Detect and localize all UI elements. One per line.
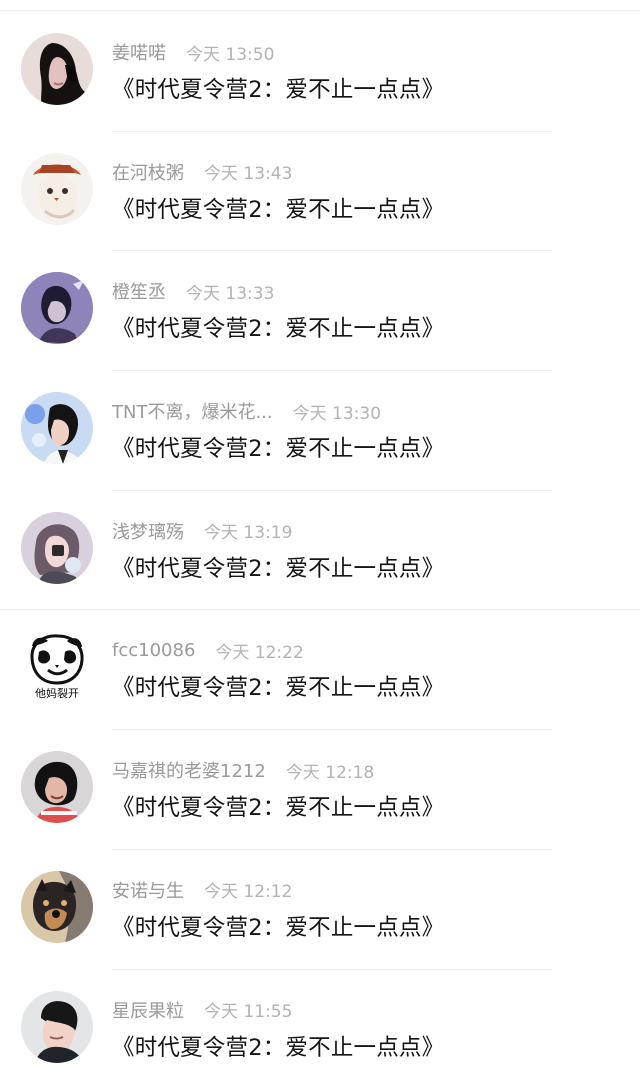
comment-text: 《时代夏令营2：爱不止一点点》 (112, 554, 444, 584)
timestamp: 今天 11:55 (204, 997, 292, 1022)
avatar-cat-hat-icon[interactable] (21, 153, 93, 225)
timestamp: 今天 13:30 (293, 399, 381, 424)
avatar-girl-pink-icon[interactable] (21, 512, 93, 584)
comment-text: 《时代夏令营2：爱不止一点点》 (112, 673, 444, 703)
comment-meta: 星辰果粒 今天 11:55 (112, 997, 292, 1023)
comment-item[interactable]: 浅梦璃殇 今天 13:19 《时代夏令营2：爱不止一点点》 (0, 491, 640, 611)
timestamp: 今天 13:19 (204, 518, 292, 543)
timestamp: 今天 13:43 (204, 159, 292, 184)
avatar-dark-hair-icon[interactable] (21, 33, 93, 105)
timestamp: 今天 12:12 (204, 877, 292, 902)
timestamp: 今天 13:50 (186, 40, 274, 65)
comment-item[interactable]: 星辰果粒 今天 11:55 《时代夏令营2：爱不止一点点》 (0, 970, 640, 1089)
avatar-panda-meme-icon[interactable]: 他妈裂开 (21, 631, 93, 703)
comment-meta: TNT不离，爆米花... 今天 13:30 (112, 398, 381, 424)
comment-meta: 橙笙丞 今天 13:33 (112, 278, 274, 304)
comment-item[interactable]: 橙笙丞 今天 13:33 《时代夏令营2：爱不止一点点》 (0, 251, 640, 371)
comment-text: 《时代夏令营2：爱不止一点点》 (112, 1033, 444, 1063)
comment-meta: fcc10086 今天 12:22 (112, 637, 304, 663)
timestamp: 今天 12:22 (215, 638, 303, 663)
comment-item[interactable]: 他妈裂开 fcc10086 今天 12:22 《时代夏令营2：爱不止一点点》 (0, 610, 640, 730)
username[interactable]: 马嘉祺的老婆1212 (112, 757, 266, 783)
username[interactable]: fcc10086 (112, 640, 195, 661)
comment-text: 《时代夏令营2：爱不止一点点》 (112, 913, 444, 943)
username[interactable]: 星辰果粒 (112, 997, 184, 1023)
comment-text: 《时代夏令营2：爱不止一点点》 (112, 195, 444, 225)
comment-text: 《时代夏令营2：爱不止一点点》 (112, 434, 444, 464)
comment-meta: 安诺与生 今天 12:12 (112, 877, 292, 903)
comment-item[interactable]: 在河枝粥 今天 13:43 《时代夏令营2：爱不止一点点》 (0, 132, 640, 252)
avatar-dog-icon[interactable] (21, 871, 93, 943)
username[interactable]: TNT不离，爆米花... (112, 398, 273, 424)
avatar-boy-portrait-icon[interactable] (21, 991, 93, 1063)
comment-item[interactable]: 姜喏喏 今天 13:50 《时代夏令营2：爱不止一点点》 (0, 12, 640, 132)
avatar-purple-portrait-icon[interactable] (21, 272, 93, 344)
timestamp: 今天 12:18 (286, 758, 374, 783)
comment-meta: 姜喏喏 今天 13:50 (112, 39, 274, 65)
comment-meta: 浅梦璃殇 今天 13:19 (112, 518, 292, 544)
comment-item[interactable]: 安诺与生 今天 12:12 《时代夏令营2：爱不止一点点》 (0, 850, 640, 970)
avatar-caption: 他妈裂开 (35, 686, 79, 700)
username[interactable]: 姜喏喏 (112, 39, 166, 65)
username[interactable]: 在河枝粥 (112, 159, 184, 185)
timestamp: 今天 13:33 (186, 279, 274, 304)
comment-text: 《时代夏令营2：爱不止一点点》 (112, 314, 444, 344)
avatar-boy-red-shirt-icon[interactable] (21, 751, 93, 823)
username[interactable]: 安诺与生 (112, 877, 184, 903)
comment-item[interactable]: TNT不离，爆米花... 今天 13:30 《时代夏令营2：爱不止一点点》 (0, 371, 640, 491)
comment-meta: 在河枝粥 今天 13:43 (112, 159, 292, 185)
username[interactable]: 橙笙丞 (112, 278, 166, 304)
comment-item[interactable]: 马嘉祺的老婆1212 今天 12:18 《时代夏令营2：爱不止一点点》 (0, 730, 640, 850)
top-edge (0, 0, 640, 11)
comment-text: 《时代夏令营2：爱不止一点点》 (112, 793, 444, 823)
username[interactable]: 浅梦璃殇 (112, 518, 184, 544)
comment-list: 姜喏喏 今天 13:50 《时代夏令营2：爱不止一点点》 在河枝粥 今天 13:… (0, 12, 640, 1089)
comment-meta: 马嘉祺的老婆1212 今天 12:18 (112, 757, 374, 783)
avatar-boy-blue-background-icon[interactable] (21, 392, 93, 464)
comment-text: 《时代夏令营2：爱不止一点点》 (112, 75, 444, 105)
